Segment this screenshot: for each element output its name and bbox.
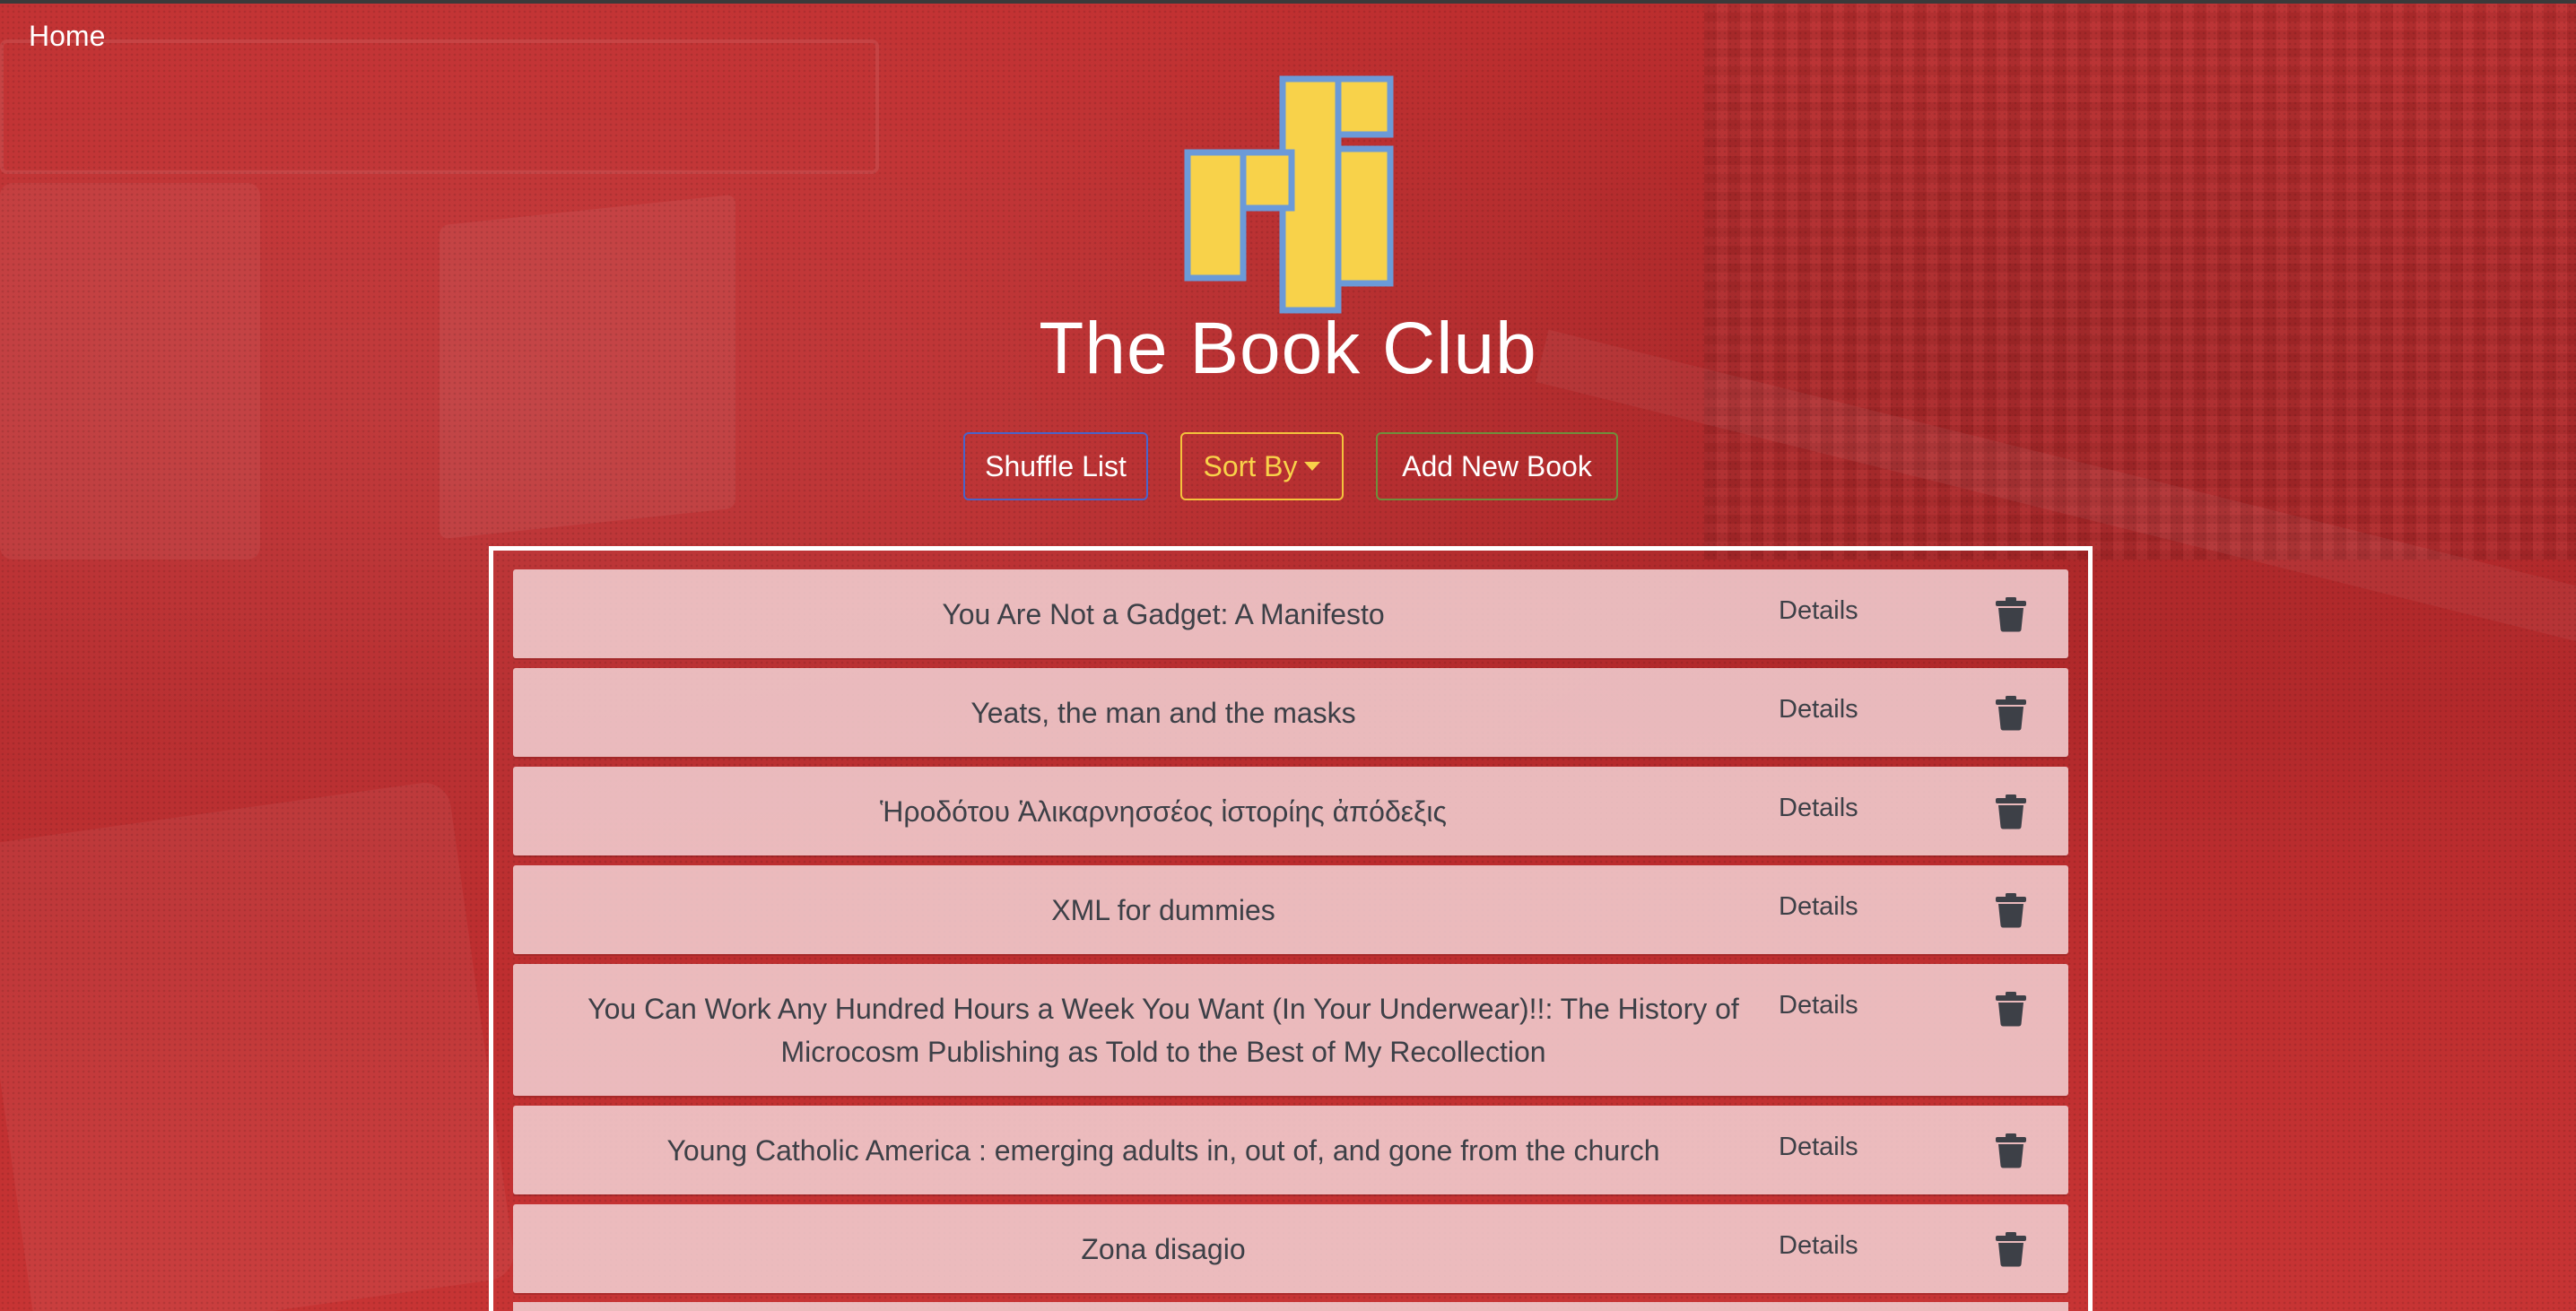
details-link[interactable]: Details (1779, 695, 1858, 725)
book-list-item: Ἡροδότου Ἁλικαρνησσέος ἱστορίης ἀπόδεξις… (513, 767, 2068, 855)
details-link[interactable]: Details (1779, 892, 1858, 922)
trash-icon[interactable] (1995, 794, 2027, 829)
book-list-item: Young Catholic America : emerging adults… (513, 1106, 2068, 1194)
trash-icon[interactable] (1995, 1231, 2027, 1267)
book-title: XML for dummies (1051, 893, 1275, 926)
book-title: You Are Not a Gadget: A Manifesto (942, 597, 1385, 630)
shuffle-list-label: Shuffle List (985, 449, 1127, 482)
book-title: Young Catholic America : emerging adults… (666, 1133, 1660, 1167)
details-link[interactable]: Details (1779, 794, 1858, 823)
details-link[interactable]: Details (1779, 1133, 1858, 1162)
details-link[interactable]: Details (1779, 596, 1858, 626)
book-club-logo-icon (1184, 75, 1394, 314)
add-new-book-button[interactable]: Add New Book (1376, 432, 1618, 500)
trash-icon[interactable] (1995, 695, 2027, 731)
book-list-item-partial (513, 1302, 2068, 1311)
caret-down-icon (1304, 462, 1321, 471)
details-link[interactable]: Details (1779, 991, 1858, 1020)
book-list-item: You Can Work Any Hundred Hours a Week Yo… (513, 964, 2068, 1096)
add-new-book-label: Add New Book (1402, 449, 1592, 482)
book-title: Zona disagio (1081, 1232, 1246, 1265)
book-list-item: XML for dummies Details (513, 865, 2068, 954)
book-list-item: Zona disagio Details (513, 1204, 2068, 1293)
book-title: You Can Work Any Hundred Hours a Week Yo… (587, 992, 1739, 1068)
trash-icon[interactable] (1995, 892, 2027, 928)
nav-home-link[interactable]: Home (29, 20, 105, 53)
sort-by-label: Sort By (1203, 449, 1298, 482)
book-list-item: Yeats, the man and the masks Details (513, 668, 2068, 757)
details-link[interactable]: Details (1779, 1231, 1858, 1261)
book-title: Ἡροδότου Ἁλικαρνησσέος ἱστορίης ἀπόδεξις (880, 794, 1447, 828)
shuffle-list-button[interactable]: Shuffle List (963, 432, 1148, 500)
page-title: The Book Club (1039, 308, 1537, 389)
trash-icon[interactable] (1995, 596, 2027, 632)
trash-icon[interactable] (1995, 1133, 2027, 1168)
trash-icon[interactable] (1995, 991, 2027, 1027)
sort-by-dropdown[interactable]: Sort By (1180, 432, 1344, 500)
book-title: Yeats, the man and the masks (970, 696, 1356, 729)
book-list-item: You Are Not a Gadget: A Manifesto Detail… (513, 569, 2068, 658)
